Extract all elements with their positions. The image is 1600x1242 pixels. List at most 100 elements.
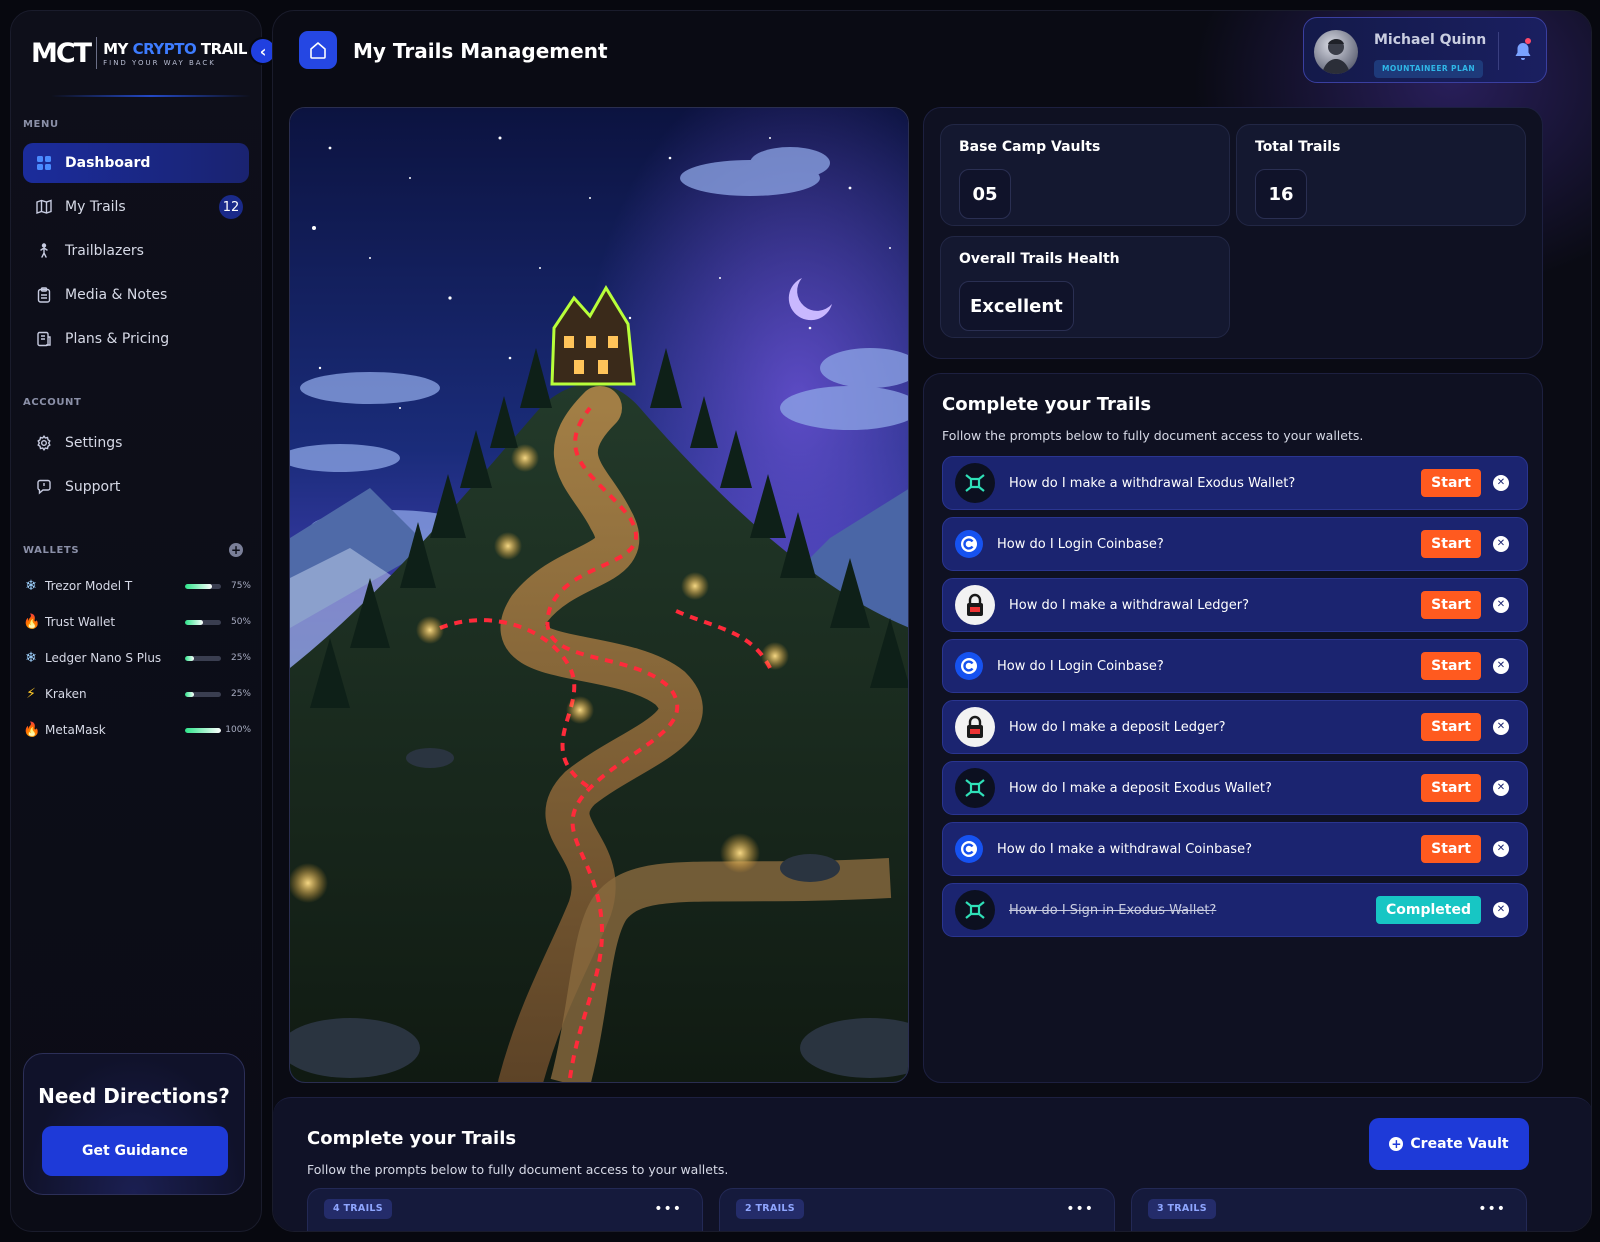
sidebar-item-trailblazers[interactable]: Trailblazers: [23, 231, 249, 271]
trail-question: How do I make a deposit Exodus Wallet?: [1009, 780, 1272, 796]
sidebar: MCT MY CRYPTO TRAIL FIND YOUR WAY BACK ‹…: [10, 10, 277, 1232]
wallet-progress-value: 25%: [230, 689, 251, 699]
wallet-progress-value: 100%: [225, 725, 251, 735]
wallet-item-trezor[interactable]: ❄ Trezor Model T 75%: [23, 576, 251, 596]
trail-row[interactable]: How do I Login Coinbase? Start ✕: [942, 517, 1528, 571]
grid-icon: [35, 154, 53, 172]
wallet-progress-bar: [185, 691, 221, 697]
wallet-name: Trust Wallet: [45, 615, 116, 629]
sidebar-item-support[interactable]: Support: [23, 467, 249, 507]
plan-badge: MOUNTAINEER PLAN: [1374, 60, 1484, 78]
more-options-icon[interactable]: •••: [1066, 1201, 1094, 1217]
start-button[interactable]: Start: [1421, 652, 1481, 680]
completed-badge[interactable]: Completed: [1375, 896, 1481, 924]
trail-row[interactable]: How do I make a deposit Exodus Wallet? S…: [942, 761, 1528, 815]
avatar[interactable]: [1314, 30, 1358, 74]
brand-mark: MCT: [31, 37, 92, 69]
trail-row[interactable]: How do I make a deposit Ledger? Start ✕: [942, 700, 1528, 754]
vault-card[interactable]: 2 TRAILS •••: [719, 1188, 1115, 1231]
wallets-section-label: WALLETS: [23, 545, 80, 556]
user-profile-card[interactable]: Michael Quinn MOUNTAINEER PLAN: [1303, 17, 1547, 83]
coinbase-logo-icon: [955, 835, 983, 863]
sidebar-item-settings[interactable]: Settings: [23, 423, 249, 463]
trail-row[interactable]: How do I make a withdrawal Coinbase? Sta…: [942, 822, 1528, 876]
menu-section-label: MENU: [23, 119, 59, 130]
vault-card[interactable]: 4 TRAILS •••: [307, 1188, 703, 1231]
trail-question: How do I make a deposit Ledger?: [1009, 719, 1226, 735]
pricing-icon: [35, 330, 53, 348]
create-vault-button[interactable]: + Create Vault: [1369, 1118, 1529, 1170]
bell-icon[interactable]: [1512, 40, 1534, 62]
sidebar-item-label: Settings: [65, 435, 123, 451]
complete-trails-panel: Complete your Trails Follow the prompts …: [923, 373, 1543, 1083]
start-button[interactable]: Start: [1421, 835, 1481, 863]
coinbase-logo-icon: [955, 530, 983, 558]
start-button[interactable]: Start: [1421, 774, 1481, 802]
wallet-name: Trezor Model T: [45, 579, 133, 593]
clipboard-icon: [35, 286, 53, 304]
close-icon[interactable]: ✕: [1493, 780, 1509, 796]
directions-title: Need Directions?: [38, 1084, 230, 1108]
stat-base-camp-vaults[interactable]: Base Camp Vaults 05: [940, 124, 1230, 226]
exodus-logo-icon: [955, 890, 995, 930]
fire-icon: 🔥: [23, 614, 41, 630]
vault-trails-badge: 4 TRAILS: [324, 1199, 392, 1219]
sidebar-item-my-trails[interactable]: My Trails 12: [23, 187, 249, 227]
plus-circle-icon: +: [1389, 1137, 1404, 1151]
stat-value: Excellent: [959, 281, 1074, 331]
start-button[interactable]: Start: [1421, 530, 1481, 558]
trail-question: How do I make a withdrawal Ledger?: [1009, 597, 1249, 613]
trails-panel-title: Complete your Trails: [942, 394, 1152, 415]
stats-panel: Base Camp Vaults 05 Total Trails 16 Over…: [923, 107, 1543, 359]
get-guidance-button[interactable]: Get Guidance: [42, 1126, 228, 1176]
trail-row[interactable]: How do I make a withdrawal Exodus Wallet…: [942, 456, 1528, 510]
ledger-logo-icon: [955, 707, 995, 747]
vault-card[interactable]: 3 TRAILS •••: [1131, 1188, 1527, 1231]
close-icon[interactable]: ✕: [1493, 475, 1509, 491]
close-icon[interactable]: ✕: [1493, 658, 1509, 674]
stat-trails-health[interactable]: Overall Trails Health Excellent: [940, 236, 1230, 338]
wallet-item-trust-wallet[interactable]: 🔥 Trust Wallet 50%: [23, 612, 251, 632]
close-icon[interactable]: ✕: [1493, 719, 1509, 735]
start-button[interactable]: Start: [1421, 713, 1481, 741]
vaults-section: Complete your Trails Follow the prompts …: [273, 1097, 1591, 1231]
close-icon[interactable]: ✕: [1493, 597, 1509, 613]
start-button[interactable]: Start: [1421, 591, 1481, 619]
wallet-name: Ledger Nano S Plus: [45, 651, 162, 665]
more-options-icon[interactable]: •••: [1478, 1201, 1506, 1217]
ledger-logo-icon: [955, 585, 995, 625]
wallet-item-metamask[interactable]: 🔥 MetaMask 100%: [23, 720, 251, 740]
stat-label: Total Trails: [1255, 139, 1341, 155]
brand-logo[interactable]: MCT MY CRYPTO TRAIL FIND YOUR WAY BACK: [31, 37, 247, 69]
hiker-icon: [35, 242, 53, 260]
more-options-icon[interactable]: •••: [654, 1201, 682, 1217]
stat-total-trails[interactable]: Total Trails 16: [1236, 124, 1526, 226]
close-icon[interactable]: ✕: [1493, 841, 1509, 857]
stat-label: Overall Trails Health: [959, 251, 1120, 267]
sidebar-item-label: Trailblazers: [65, 243, 144, 259]
gear-icon: [35, 434, 53, 452]
wallet-progress-value: 25%: [230, 653, 251, 663]
sidebar-item-plans-pricing[interactable]: Plans & Pricing: [23, 319, 249, 359]
sidebar-item-label: Media & Notes: [65, 287, 168, 303]
trail-row[interactable]: How do I Login Coinbase? Start ✕: [942, 639, 1528, 693]
sidebar-item-dashboard[interactable]: Dashboard: [23, 143, 249, 183]
trail-question: How do I Login Coinbase?: [997, 536, 1164, 552]
vault-trails-badge: 2 TRAILS: [736, 1199, 804, 1219]
home-button[interactable]: [299, 31, 337, 69]
close-icon[interactable]: ✕: [1493, 902, 1509, 918]
trail-question: How do I make a withdrawal Exodus Wallet…: [1009, 475, 1296, 491]
add-wallet-button[interactable]: +: [229, 543, 243, 557]
sidebar-item-media-notes[interactable]: Media & Notes: [23, 275, 249, 315]
wallet-item-ledger-nano[interactable]: ❄ Ledger Nano S Plus 25%: [23, 648, 251, 668]
start-button[interactable]: Start: [1421, 469, 1481, 497]
close-icon[interactable]: ✕: [1493, 536, 1509, 552]
trail-row[interactable]: How do I make a withdrawal Ledger? Start…: [942, 578, 1528, 632]
page-title: My Trails Management: [353, 39, 608, 63]
wallet-progress-bar: [185, 583, 221, 589]
trail-row-completed[interactable]: How do I Sign in Exodus Wallet? Complete…: [942, 883, 1528, 937]
need-directions-card: Need Directions? Get Guidance: [23, 1053, 245, 1195]
map-icon: [35, 198, 53, 216]
chevron-left-icon: ‹: [259, 41, 267, 61]
wallet-item-kraken[interactable]: ⚡ Kraken 25%: [23, 684, 251, 704]
